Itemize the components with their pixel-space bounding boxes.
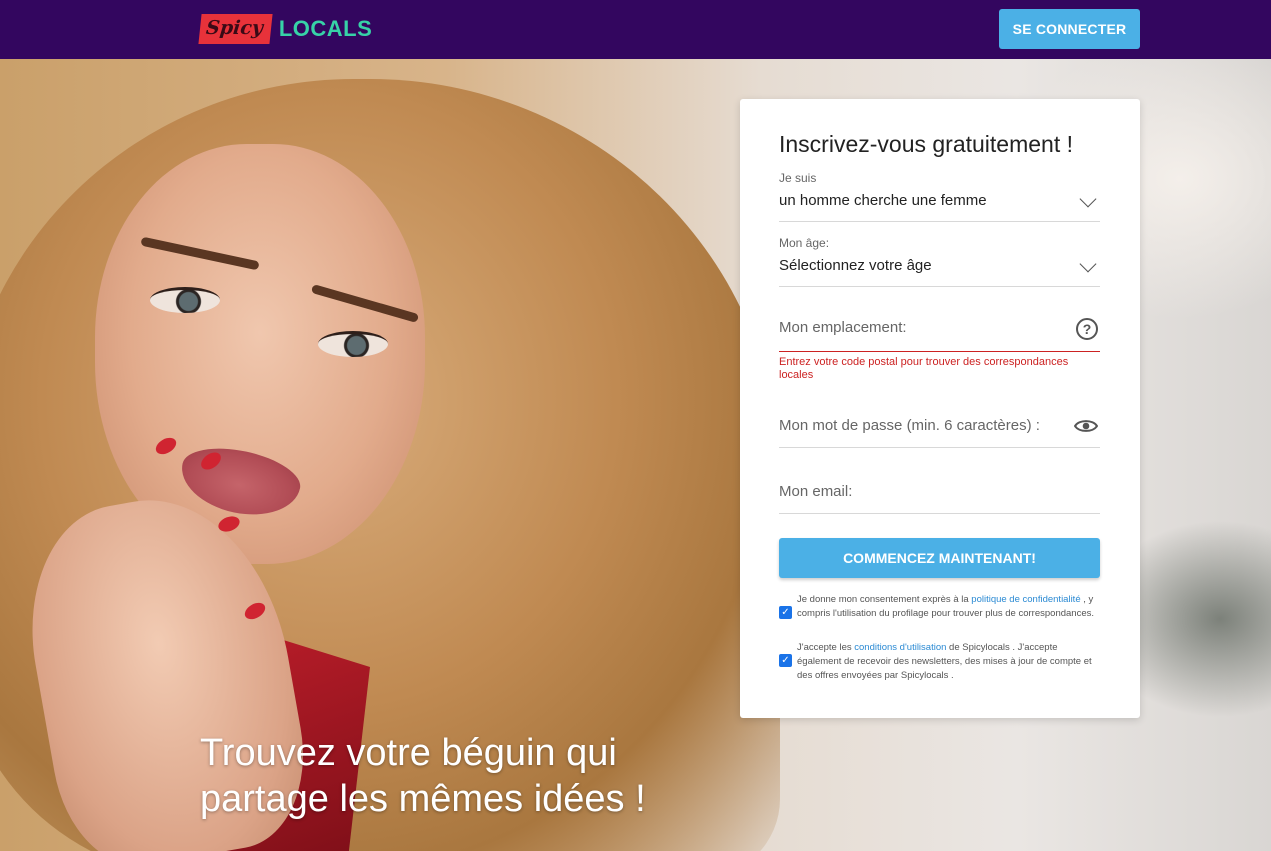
hero-photo-eye-left [150,287,220,313]
hero-tagline-line2: partage les mêmes idées ! [200,778,646,820]
terms-consent-text: J'accepte les conditions d'utilisation d… [797,641,1100,683]
logo-spicy-text: Spicy [198,14,273,44]
hero-tagline-line1: Trouvez votre béguin qui [200,732,617,774]
seeking-select-label: Je suis [779,171,817,185]
email-field[interactable]: Mon email: [779,483,1100,514]
age-select-label: Mon âge: [779,236,830,250]
terms-consent-checkbox[interactable]: ✓ [779,654,792,667]
logo-locals-text: LOCALS [278,16,373,41]
location-error-message: Entrez votre code postal pour trouver de… [779,356,1069,381]
question-circle-icon[interactable]: ? [1076,318,1098,340]
privacy-consent-text-before: Je donne mon consentement exprès à la [797,594,969,605]
privacy-policy-link[interactable]: politique de confidentialité [971,594,1080,605]
seeking-select-value: un homme cherche une femme [779,192,987,209]
seeking-select[interactable]: Je suis un homme cherche une femme [779,170,1100,222]
password-field[interactable]: Mon mot de passe (min. 6 caractères) : [779,417,1100,448]
location-field-placeholder: Mon emplacement: [779,319,907,336]
age-select-value: Sélectionnez votre âge [779,257,932,274]
login-button[interactable]: SE CONNECTER [999,9,1140,49]
hero-tagline: Trouvez votre béguin qui partage les mêm… [200,730,646,822]
terms-consent: ✓ J'accepte les conditions d'utilisation… [779,641,1100,683]
password-field-placeholder: Mon mot de passe (min. 6 caractères) : [779,417,1040,434]
signup-form-card: Inscrivez-vous gratuitement ! Je suis un… [740,99,1140,718]
eye-icon[interactable] [1074,418,1098,434]
privacy-consent: ✓ Je donne mon consentement exprès à la … [779,593,1100,621]
age-select[interactable]: Mon âge: Sélectionnez votre âge [779,236,1100,287]
start-now-button[interactable]: COMMENCEZ MAINTENANT! [779,538,1100,578]
spicy-locals-logo[interactable]: Spicy LOCALS [198,13,373,45]
privacy-consent-checkbox[interactable]: ✓ [779,606,792,619]
signup-form-title: Inscrivez-vous gratuitement ! [779,131,1074,157]
top-navbar: Spicy LOCALS SE CONNECTER [0,0,1271,59]
location-field[interactable]: Mon emplacement: ? [779,318,1100,352]
hero-photo-eye-right [318,331,388,357]
terms-of-use-link[interactable]: conditions d'utilisation [854,642,946,653]
terms-consent-text-before: J'accepte les [797,642,852,653]
email-field-placeholder: Mon email: [779,483,853,500]
privacy-consent-text: Je donne mon consentement exprès à la po… [797,593,1100,621]
